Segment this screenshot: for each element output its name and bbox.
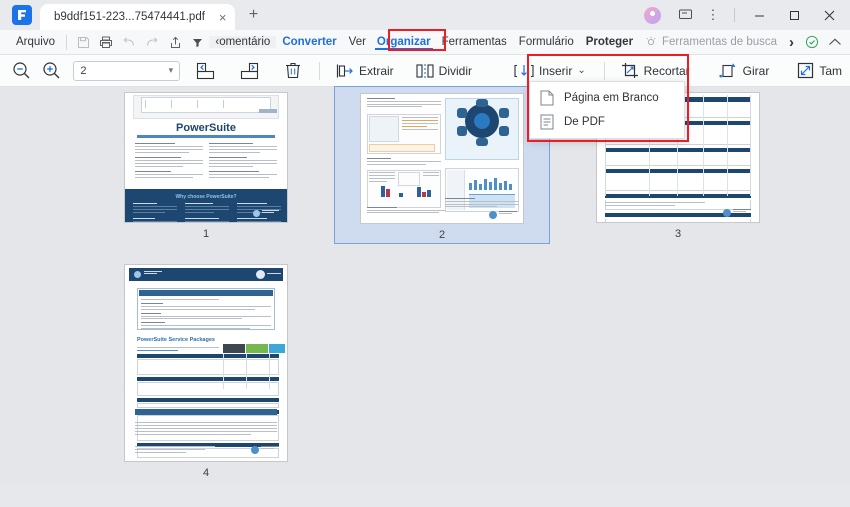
menu-bar: Arquivo ‹omentário Converter Ver Organiz… xyxy=(0,30,850,55)
extract-icon xyxy=(336,64,353,77)
divider xyxy=(603,61,605,80)
insert-button[interactable]: Inserir ⌄ xyxy=(506,58,594,84)
cloud-check-icon[interactable] xyxy=(802,33,821,52)
size-label: Tam xyxy=(819,63,842,78)
document-tab[interactable]: b9ddf151-223...75474441.pdf × xyxy=(40,4,235,30)
menu-comentario-label: omentário xyxy=(219,36,271,48)
menu-proteger[interactable]: Proteger xyxy=(580,36,639,48)
page1-section: Why choose PowerSuite? xyxy=(175,194,237,200)
menu-item-label: De PDF xyxy=(564,116,605,128)
thumbnail-row-2: PowerSuite Service Packages 4 xyxy=(0,244,850,481)
menu-ferramentas[interactable]: Ferramentas xyxy=(436,36,513,48)
application-window: b9ddf151-223...75474441.pdf × + ⋮ Arquiv… xyxy=(0,0,850,507)
zoom-in-icon[interactable] xyxy=(40,58,64,84)
menu-ver[interactable]: Ver xyxy=(343,36,372,48)
page4-heading: PowerSuite Service Packages xyxy=(137,337,215,343)
divider xyxy=(66,34,67,50)
filter-icon[interactable] xyxy=(188,33,207,52)
undo-icon[interactable] xyxy=(120,33,139,52)
close-button[interactable] xyxy=(813,0,846,30)
insert-dropdown-menu[interactable]: Página em Branco De PDF xyxy=(529,81,685,139)
menu-arquivo[interactable]: Arquivo xyxy=(8,36,61,48)
page-preview: PowerSuite Why choose PowerSuite? xyxy=(124,92,288,223)
extract-button[interactable]: Extrair xyxy=(328,58,402,84)
split-button[interactable]: Dividir xyxy=(408,58,480,84)
menu-formulario[interactable]: Formulário xyxy=(513,36,580,48)
insert-page-left-icon[interactable] xyxy=(194,58,218,84)
page1-title: PowerSuite xyxy=(176,122,236,134)
chevron-down-icon: ▾ xyxy=(168,65,174,75)
organize-toolbar: 2 ▾ Extrair Dividir Inserir ⌄ Recortar G… xyxy=(0,55,850,87)
page-preview: PowerSuite Service Packages xyxy=(124,264,288,462)
page-number-select[interactable]: 2 ▾ xyxy=(73,60,181,81)
page-number-label: 4 xyxy=(202,467,210,479)
app-logo-icon xyxy=(12,5,32,25)
insert-icon xyxy=(514,64,534,77)
split-icon xyxy=(416,63,434,78)
collapse-ribbon-icon[interactable] xyxy=(825,33,844,52)
size-button[interactable]: Tam xyxy=(789,58,850,84)
divider xyxy=(319,61,320,80)
divider xyxy=(734,8,735,22)
crop-icon xyxy=(621,63,638,78)
page-thumbnail-4[interactable]: PowerSuite Service Packages 4 xyxy=(98,258,314,481)
crop-button[interactable]: Recortar xyxy=(613,58,698,84)
delete-page-icon[interactable] xyxy=(281,58,305,84)
page-number-label: 3 xyxy=(674,228,682,240)
close-tab-icon[interactable]: × xyxy=(205,11,227,24)
menu-comentario[interactable]: ‹omentário xyxy=(209,36,277,48)
zoom-out-icon[interactable] xyxy=(10,58,34,84)
blank-page-icon xyxy=(540,90,554,106)
menu-item-label: Página em Branco xyxy=(564,92,659,104)
tab-bar: b9ddf151-223...75474441.pdf × + ⋮ xyxy=(0,0,850,30)
page-preview xyxy=(360,93,524,224)
menu-bar-right: › xyxy=(783,33,850,52)
chat-icon[interactable] xyxy=(672,2,698,28)
insert-page-right-icon[interactable] xyxy=(238,58,262,84)
page-thumbnail-grid[interactable]: PowerSuite Why choose PowerSuite? 1 2 3 … xyxy=(0,84,850,485)
page-number-label: 1 xyxy=(202,228,210,240)
lightbulb-icon xyxy=(641,33,660,52)
resize-icon xyxy=(798,62,814,79)
page-thumbnail-1[interactable]: PowerSuite Why choose PowerSuite? 1 xyxy=(98,86,314,244)
crop-label: Recortar xyxy=(643,63,690,78)
rotate-icon xyxy=(718,63,735,79)
menu-item-from-pdf[interactable]: De PDF xyxy=(530,110,684,134)
maximize-button[interactable] xyxy=(778,0,811,30)
split-label: Dividir xyxy=(438,63,472,78)
menu-overflow-chevron[interactable]: › xyxy=(783,34,800,51)
print-icon[interactable] xyxy=(97,33,116,52)
menu-item-blank-page[interactable]: Página em Branco xyxy=(530,86,684,110)
window-controls: ⋮ xyxy=(635,0,850,30)
redo-icon[interactable] xyxy=(143,33,162,52)
rotate-label: Girar xyxy=(742,63,770,78)
tab-title: b9ddf151-223...75474441.pdf xyxy=(54,11,205,23)
menu-organizar[interactable]: Organizar xyxy=(372,35,436,50)
menu-ferramentas-busca[interactable]: Ferramentas de busca xyxy=(662,36,783,48)
share-icon[interactable] xyxy=(166,33,185,52)
rotate-button[interactable]: Girar xyxy=(710,58,778,84)
save-icon[interactable] xyxy=(74,33,93,52)
more-options-icon[interactable]: ⋮ xyxy=(700,2,726,28)
new-tab-button[interactable]: + xyxy=(241,2,267,28)
avatar[interactable] xyxy=(644,6,661,24)
minimize-button[interactable] xyxy=(743,0,776,30)
page-number-label: 2 xyxy=(438,229,446,241)
page-number-value: 2 xyxy=(80,64,87,77)
insert-label: Inserir xyxy=(539,63,573,78)
menu-converter[interactable]: Converter xyxy=(276,36,342,48)
thumbnail-row-1: PowerSuite Why choose PowerSuite? 1 2 3 xyxy=(0,86,850,244)
page-thumbnail-2[interactable]: 2 xyxy=(334,86,550,244)
status-bar xyxy=(0,485,850,507)
extract-label: Extrair xyxy=(358,63,394,78)
chevron-down-icon: ⌄ xyxy=(577,65,586,76)
pdf-page-icon xyxy=(540,114,554,130)
